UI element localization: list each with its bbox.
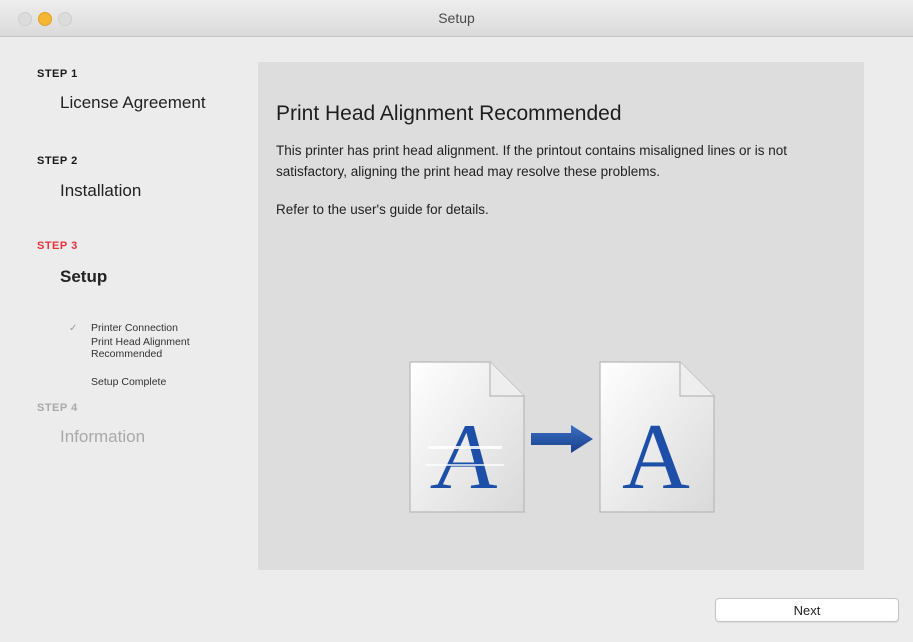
step-3-label: STEP 3 <box>37 240 78 252</box>
step-2-label: STEP 2 <box>37 155 78 167</box>
step-4-name: Information <box>60 427 146 446</box>
step-4-label: STEP 4 <box>37 402 78 414</box>
next-button[interactable]: Next <box>715 598 899 622</box>
right-arrow-icon <box>531 425 593 453</box>
substep-setup-complete: Setup Complete <box>91 376 167 388</box>
page-heading: Print Head Alignment Recommended <box>276 102 622 125</box>
title-bar: Setup <box>0 0 913 37</box>
checkmark-icon: ✓ <box>69 323 78 334</box>
aligned-document-icon: A <box>599 361 715 513</box>
description-text: This printer has print head alignment. I… <box>276 143 788 179</box>
content-panel: Print Head Alignment Recommended This pr… <box>258 62 864 570</box>
steps-sidebar: STEP 1 License Agreement STEP 2 Installa… <box>0 36 250 642</box>
step-3-name: Setup <box>60 267 108 286</box>
substep-print-head-alignment: Print Head Alignment Recommended <box>91 336 190 360</box>
misaligned-letter: A <box>427 405 506 509</box>
step-1-name: License Agreement <box>60 93 206 112</box>
reference-text: Refer to the user's guide for details. <box>276 202 489 217</box>
window-title: Setup <box>438 10 475 26</box>
aligned-letter: A <box>622 405 690 509</box>
misaligned-document-icon: A <box>409 361 525 513</box>
step-1-label: STEP 1 <box>37 68 78 80</box>
substep-printer-connection: Printer Connection <box>91 322 178 334</box>
step-2-name: Installation <box>60 181 142 200</box>
